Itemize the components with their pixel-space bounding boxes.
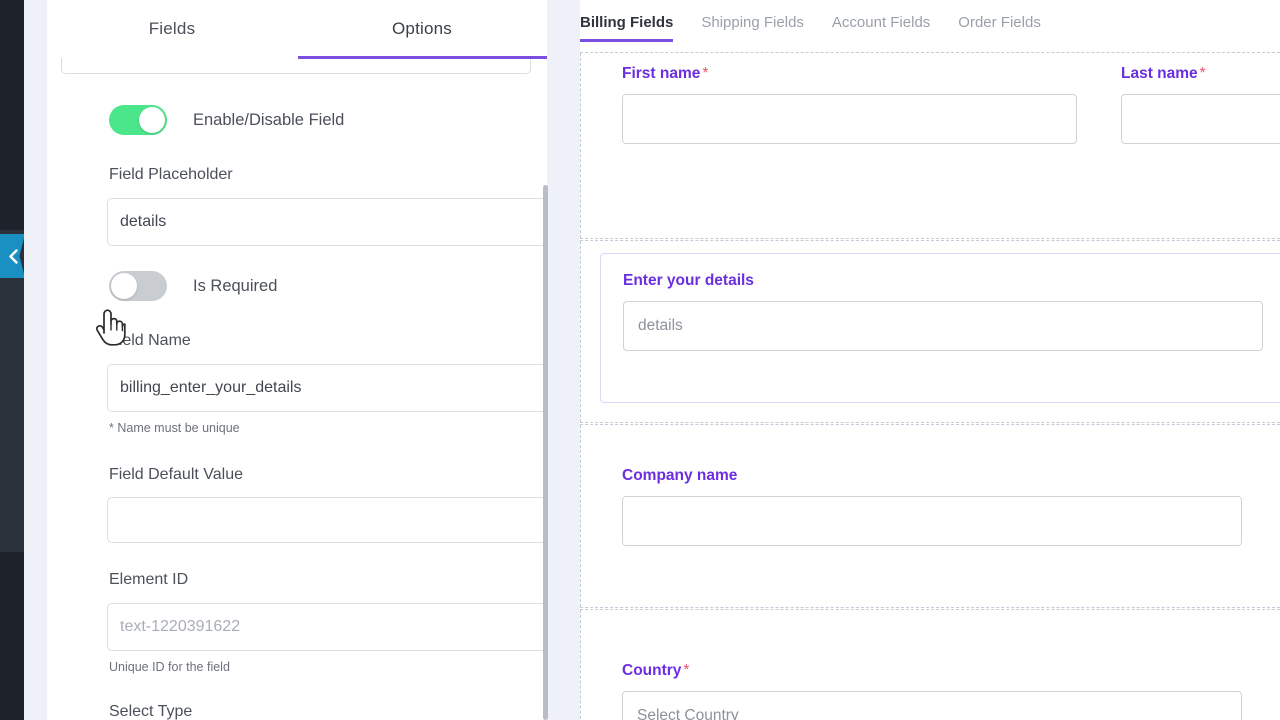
company-name-group: Company name	[622, 467, 1242, 546]
required-marker: *	[683, 662, 690, 679]
settings-tabs: Fields Options	[47, 0, 547, 58]
element-id-hint: Unique ID for the field	[109, 660, 230, 674]
company-name-label: Company name	[622, 467, 738, 484]
enable-disable-field-label: Enable/Disable Field	[193, 110, 345, 129]
tab-active-underline	[298, 56, 547, 59]
company-name-input[interactable]	[622, 496, 1242, 546]
tab-fields[interactable]: Fields	[47, 0, 297, 58]
field-placeholder-input[interactable]	[107, 198, 547, 246]
panel-gap	[547, 0, 580, 720]
tab-order-fields[interactable]: Order Fields	[958, 14, 1041, 42]
country-label: Country *	[622, 662, 1242, 680]
chevron-left-icon	[9, 248, 18, 264]
tab-billing-fields-label: Billing Fields	[580, 14, 674, 31]
element-id-input[interactable]	[107, 603, 547, 651]
tab-order-fields-label: Order Fields	[958, 14, 1041, 31]
tab-shipping-fields[interactable]: Shipping Fields	[701, 14, 804, 42]
last-name-group: Last name *	[1121, 65, 1280, 144]
country-select[interactable]	[622, 691, 1242, 720]
enter-your-details-input[interactable]	[623, 301, 1263, 351]
enter-your-details-label: Enter your details	[623, 272, 754, 289]
tab-account-fields-label: Account Fields	[831, 14, 931, 31]
first-name-input[interactable]	[622, 94, 1077, 144]
preview-tabs: Billing Fields Shipping Fields Account F…	[580, 0, 1280, 52]
form-row-company-name[interactable]: Company name	[580, 424, 1280, 608]
last-name-label: Last name *	[1121, 65, 1280, 83]
form-row-enter-your-details[interactable]: Enter your details	[580, 240, 1280, 423]
settings-panel-scrollbar[interactable]	[543, 185, 548, 720]
field-name-hint: * Name must be unique	[109, 421, 240, 435]
toggle-knob	[111, 273, 137, 299]
first-name-label-text: First name	[622, 65, 701, 82]
last-name-label-text: Last name	[1121, 65, 1198, 82]
toggle-knob	[139, 107, 165, 133]
field-name-input[interactable]	[107, 364, 547, 412]
form-row-country[interactable]: Country *	[580, 609, 1280, 720]
tab-options-label: Options	[392, 19, 452, 38]
tab-account-fields[interactable]: Account Fields	[832, 14, 930, 42]
preview-form: First name* Last name* Enter your deta	[580, 52, 1280, 720]
is-required-label: Is Required	[193, 276, 278, 295]
form-row-names-columns: First name * Last name *	[622, 65, 1280, 144]
rail-gap	[24, 0, 47, 720]
field-placeholder-label: Field Placeholder	[109, 166, 233, 183]
checkout-preview-panel: Billing Fields Shipping Fields Account F…	[580, 0, 1280, 720]
field-settings-panel: enter your details Enable/Disable Field …	[47, 0, 547, 720]
country-label-text: Country	[622, 662, 682, 679]
is-required-toggle[interactable]	[109, 271, 167, 301]
required-marker: *	[1199, 65, 1206, 82]
field-default-value-label: Field Default Value	[109, 466, 243, 483]
last-name-input[interactable]	[1121, 94, 1280, 144]
tab-billing-fields[interactable]: Billing Fields	[580, 14, 674, 42]
select-type-label: Select Type	[109, 703, 193, 720]
first-name-group: First name *	[622, 65, 1077, 144]
left-rail-segment	[0, 230, 24, 552]
element-id-label: Element ID	[109, 571, 189, 588]
enable-disable-field-toggle[interactable]	[109, 105, 167, 135]
tab-fields-label: Fields	[148, 19, 196, 38]
form-row-names[interactable]: First name * Last name *	[580, 52, 1280, 239]
is-required-row: Is Required	[109, 271, 277, 301]
field-name-label: Field Name	[109, 332, 191, 349]
tab-options[interactable]: Options	[297, 0, 547, 58]
enable-disable-field-row: Enable/Disable Field	[109, 105, 344, 135]
field-default-value-input[interactable]	[107, 497, 547, 543]
country-group: Country *	[622, 662, 1242, 720]
left-rail	[0, 0, 24, 720]
tab-shipping-fields-label: Shipping Fields	[701, 14, 804, 31]
enter-your-details-group: Enter your details	[600, 253, 1280, 403]
first-name-label: First name *	[622, 65, 1077, 83]
app-root: enter your details Enable/Disable Field …	[0, 0, 1280, 720]
field-settings-body: enter your details Enable/Disable Field …	[47, 0, 547, 720]
required-marker: *	[702, 65, 709, 82]
